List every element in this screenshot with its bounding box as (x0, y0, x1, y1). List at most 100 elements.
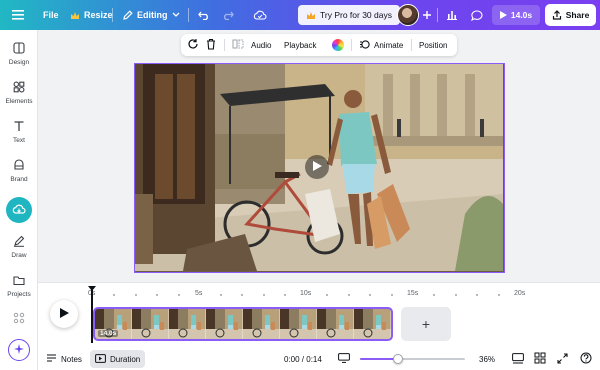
fullscreen-button[interactable] (557, 348, 568, 370)
sidebar-item-label: Text (13, 137, 25, 144)
clip-thumbnail-part (376, 315, 381, 325)
play-icon (499, 11, 507, 19)
ruler-tick-label: 5s (195, 290, 203, 297)
playhead[interactable] (91, 289, 93, 343)
clip-thumbnails (95, 309, 391, 339)
insights-button[interactable] (441, 5, 463, 25)
clip-thumbnail-part (228, 325, 233, 329)
page-view-button[interactable] (512, 348, 524, 370)
clip-thumbnail-part (234, 322, 238, 330)
file-menu[interactable]: File (43, 0, 59, 30)
screen-size-button[interactable] (338, 348, 350, 370)
clip-thumbnail-part (154, 325, 159, 329)
try-pro-label: Try Pro for 30 days (320, 10, 392, 20)
crown-icon (306, 11, 316, 20)
time-readout: 0:00 / 0:14 (284, 348, 322, 370)
animate-button[interactable]: Animate (359, 34, 403, 56)
sidebar-item-apps[interactable] (6, 197, 32, 223)
cloud-check-icon (253, 10, 267, 20)
sidebar-item-brand[interactable]: Brand (0, 159, 38, 183)
flip-button[interactable] (232, 34, 244, 56)
clip-thumbnail-part (317, 329, 354, 339)
delete-button[interactable] (206, 34, 216, 56)
notes-button[interactable]: Notes (46, 348, 82, 370)
sidebar-item-label: Draw (11, 252, 27, 259)
editing-mode-button[interactable]: Editing (123, 0, 180, 30)
ruler-dot (283, 294, 286, 296)
notes-icon (46, 353, 57, 365)
sidebar-item-text[interactable]: Text (0, 120, 38, 144)
help-icon (580, 352, 592, 366)
clip-thumbnail-part (117, 315, 122, 325)
zoom-slider[interactable] (360, 354, 465, 364)
clip-thumbnail-part (141, 309, 151, 331)
sidebar: Design Elements Text Brand Draw Projects (0, 30, 38, 370)
video-clip-track[interactable]: 14.0s (93, 307, 393, 341)
position-button[interactable]: Position (419, 34, 447, 56)
sidebar-item-projects[interactable]: Projects (0, 274, 38, 298)
ruler-dot (134, 294, 137, 296)
try-pro-button[interactable]: Try Pro for 30 days (298, 5, 400, 25)
undo-button[interactable] (198, 0, 210, 30)
ruler-tick-label: 15s (407, 290, 419, 297)
add-clip-button[interactable]: + (401, 307, 451, 341)
ruler-dot (390, 294, 393, 296)
ruler-dot (347, 294, 350, 296)
flip-icon (232, 38, 244, 52)
sidebar-item-design[interactable]: Design (0, 42, 38, 66)
timeline-play-button[interactable] (50, 300, 78, 328)
clip-thumbnail-part (382, 322, 386, 330)
time-readout-label: 0:00 / 0:14 (284, 354, 322, 364)
notes-label: Notes (61, 354, 82, 364)
duration-label: 14.0s (510, 10, 533, 20)
sidebar-item-elements[interactable]: Elements (0, 81, 38, 105)
brand-icon (13, 159, 25, 173)
save-status-button[interactable] (253, 0, 267, 30)
add-collaborator-button[interactable] (422, 0, 432, 30)
menu-button[interactable] (12, 0, 24, 30)
editing-label: Editing (137, 10, 168, 20)
avatar[interactable] (397, 4, 419, 26)
ruler-dot (454, 294, 457, 296)
clip-thumbnail-part (123, 322, 127, 330)
playback-label: Playback (284, 40, 317, 50)
zoom-level[interactable]: 36% (479, 348, 495, 370)
clip-thumbnail-part (302, 325, 307, 329)
audio-button[interactable]: Audio (251, 34, 271, 56)
sidebar-item-draw[interactable]: Draw (0, 235, 38, 259)
comments-button[interactable] (466, 5, 488, 25)
divider (437, 8, 438, 22)
clip-thumbnail-part (265, 315, 270, 325)
clip-thumbnail-part (280, 329, 317, 339)
chevron-down-icon (172, 12, 180, 18)
replace-button[interactable] (187, 34, 199, 56)
video-play-button[interactable] (305, 155, 329, 179)
share-button[interactable]: Share (545, 4, 596, 26)
design-icon (13, 42, 25, 56)
clip-thumbnail-part (339, 325, 344, 329)
plus-icon (422, 10, 432, 20)
duration-icon (95, 353, 106, 365)
clip-thumbnail-part (308, 322, 312, 330)
clip-thumbnail-part (197, 322, 201, 330)
clip-thumbnail-part (169, 329, 206, 339)
playback-button[interactable]: Playback (284, 34, 316, 56)
resize-button[interactable]: Resize (70, 0, 113, 30)
grid-view-button[interactable] (534, 348, 546, 370)
help-button[interactable] (580, 348, 592, 370)
playhead-handle[interactable] (88, 286, 96, 291)
duration-button[interactable]: Duration (90, 350, 146, 368)
divider (351, 39, 352, 51)
play-duration-button[interactable]: 14.0s (492, 5, 540, 25)
play-icon (312, 161, 322, 173)
color-adjust-button[interactable] (332, 34, 344, 56)
crown-icon (70, 11, 80, 20)
clip-thumbnail-part (345, 322, 349, 330)
sidebar-item-more[interactable] (0, 312, 38, 326)
redo-button[interactable] (222, 0, 234, 30)
zoom-slider-knob[interactable] (392, 354, 403, 364)
bottom-bar: Notes Duration 0:00 / 0:14 36% (38, 348, 600, 370)
clip-thumbnail-part (376, 325, 381, 329)
projects-icon (13, 274, 25, 288)
magic-assistant-button[interactable] (8, 339, 30, 361)
